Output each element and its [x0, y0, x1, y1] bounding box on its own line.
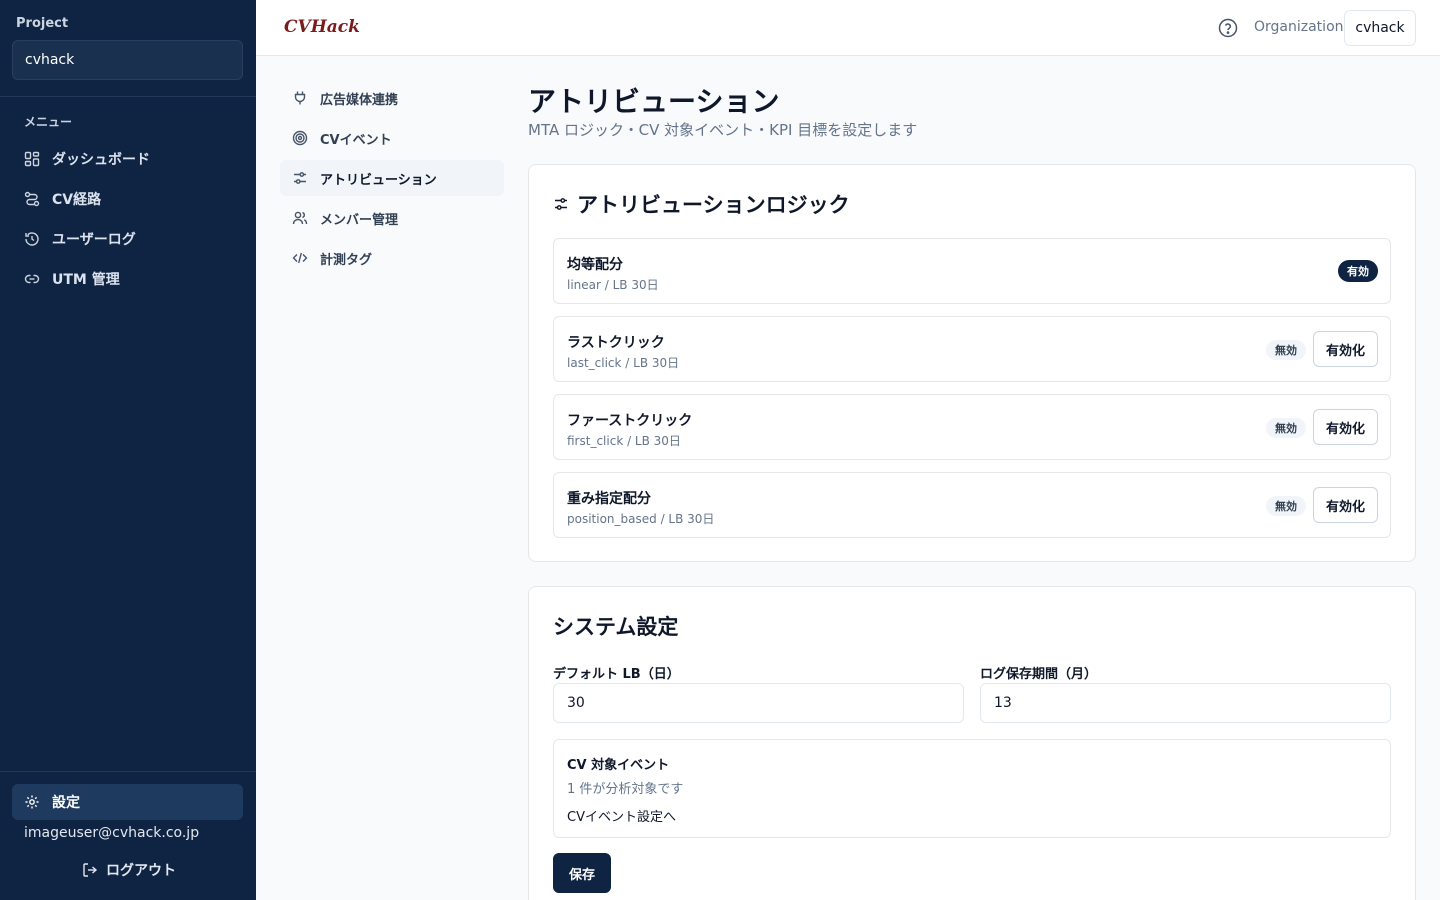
logout-icon: [82, 862, 98, 878]
default-lb-input[interactable]: [553, 683, 964, 723]
cv-target-title: CV 対象イベント: [567, 758, 670, 773]
sidebar-item-label: ユーザーログ: [52, 232, 136, 248]
logic-row-linear: 均等配分 linear / LB 30日 有効: [553, 238, 1391, 304]
subnav-item-label: 広告媒体連携: [320, 92, 399, 108]
top-header: CVHack Organization cvhack: [256, 0, 1440, 56]
sidebar-divider: [0, 96, 256, 97]
sidebar: Project cvhack メニュー ダッシュボード CV経路 ユーザーログ …: [0, 0, 256, 900]
logic-name: ラストクリック: [567, 335, 665, 351]
card-title-text: アトリビューションロジック: [577, 193, 850, 217]
subnav-item-ad-integration[interactable]: 広告媒体連携: [280, 80, 504, 116]
status-badge: 無効: [1266, 340, 1306, 360]
default-lb-label: デフォルト LB（日）: [553, 667, 680, 682]
card-title: システム設定: [553, 615, 679, 639]
sidebar-item-label: CV経路: [52, 192, 102, 208]
route-icon: [24, 191, 40, 207]
enable-button[interactable]: 有効化: [1313, 331, 1378, 367]
cv-target-event-box: CV 対象イベント 1 件が分析対象です CVイベント設定へ: [553, 739, 1391, 838]
sliders-icon: [553, 196, 569, 212]
cv-target-count: 1 件が分析対象です: [567, 782, 684, 797]
system-settings-card: システム設定 デフォルト LB（日） ログ保存期間（月） CV 対象イベント 1…: [528, 586, 1416, 900]
attribution-logic-card: アトリビューションロジック 均等配分 linear / LB 30日 有効 ラス…: [528, 164, 1416, 562]
gear-icon: [24, 794, 40, 810]
sliders-icon: [292, 170, 308, 186]
log-retention-input[interactable]: [980, 683, 1391, 723]
code-icon: [292, 250, 308, 266]
sidebar-item-settings[interactable]: 設定: [12, 784, 243, 820]
logic-name: 均等配分: [567, 257, 623, 273]
logic-name: 重み指定配分: [567, 491, 651, 507]
sidebar-divider: [0, 771, 256, 772]
link-icon: [24, 271, 40, 287]
logic-meta: first_click / LB 30日: [567, 434, 681, 448]
sidebar-item-label: UTM 管理: [52, 272, 120, 288]
app-logo[interactable]: CVHack: [284, 17, 360, 37]
project-selector[interactable]: cvhack: [12, 40, 243, 80]
card-title: アトリビューションロジック: [553, 189, 850, 219]
users-icon: [292, 210, 308, 226]
logic-name: ファーストクリック: [567, 413, 693, 429]
plug-icon: [292, 90, 308, 106]
enable-button[interactable]: 有効化: [1313, 487, 1378, 523]
help-icon[interactable]: [1218, 18, 1238, 38]
sidebar-item-dashboard[interactable]: ダッシュボード: [12, 141, 243, 177]
history-icon: [24, 231, 40, 247]
save-button[interactable]: 保存: [553, 853, 611, 893]
subnav-item-label: アトリビューション: [320, 172, 437, 188]
dashboard-icon: [24, 151, 40, 167]
page-title: アトリビューション: [528, 85, 780, 118]
sidebar-item-label: ダッシュボード: [52, 152, 150, 168]
subnav-item-members[interactable]: メンバー管理: [280, 200, 504, 236]
sidebar-item-cv-route[interactable]: CV経路: [12, 181, 243, 217]
page-subtitle: MTA ロジック・CV 対象イベント・KPI 目標を設定します: [528, 121, 918, 139]
menu-label: メニュー: [24, 115, 73, 129]
sidebar-item-label: 設定: [52, 795, 80, 811]
target-icon: [292, 130, 308, 146]
logout-button[interactable]: ログアウト: [82, 860, 176, 880]
project-label: Project: [16, 16, 69, 31]
status-badge: 有効: [1338, 260, 1378, 282]
logic-row-position-based: 重み指定配分 position_based / LB 30日 無効 有効化: [553, 472, 1391, 538]
user-email: imageuser@cvhack.co.jp: [24, 825, 200, 841]
enable-button[interactable]: 有効化: [1313, 409, 1378, 445]
subnav-item-attribution[interactable]: アトリビューション: [280, 160, 504, 196]
log-retention-label: ログ保存期間（月）: [980, 667, 1098, 682]
logic-meta: position_based / LB 30日: [567, 512, 715, 526]
organization-selector[interactable]: cvhack: [1344, 10, 1416, 46]
subnav-item-tracking-tag[interactable]: 計測タグ: [280, 240, 504, 276]
sidebar-item-utm[interactable]: UTM 管理: [12, 261, 243, 297]
logic-meta: last_click / LB 30日: [567, 356, 680, 370]
status-badge: 無効: [1266, 496, 1306, 516]
subnav-item-label: メンバー管理: [320, 212, 399, 228]
sidebar-item-user-log[interactable]: ユーザーログ: [12, 221, 243, 257]
logout-label: ログアウト: [106, 863, 176, 879]
cv-event-settings-link[interactable]: CVイベント設定へ: [567, 806, 676, 825]
organization-label: Organization: [1254, 19, 1344, 35]
logic-row-last-click: ラストクリック last_click / LB 30日 無効 有効化: [553, 316, 1391, 382]
logic-meta: linear / LB 30日: [567, 278, 659, 292]
subnav-item-label: 計測タグ: [320, 252, 373, 268]
status-badge: 無効: [1266, 418, 1306, 438]
subnav-item-cv-event[interactable]: CVイベント: [280, 120, 504, 156]
logic-row-first-click: ファーストクリック first_click / LB 30日 無効 有効化: [553, 394, 1391, 460]
subnav-item-label: CVイベント: [320, 132, 392, 148]
